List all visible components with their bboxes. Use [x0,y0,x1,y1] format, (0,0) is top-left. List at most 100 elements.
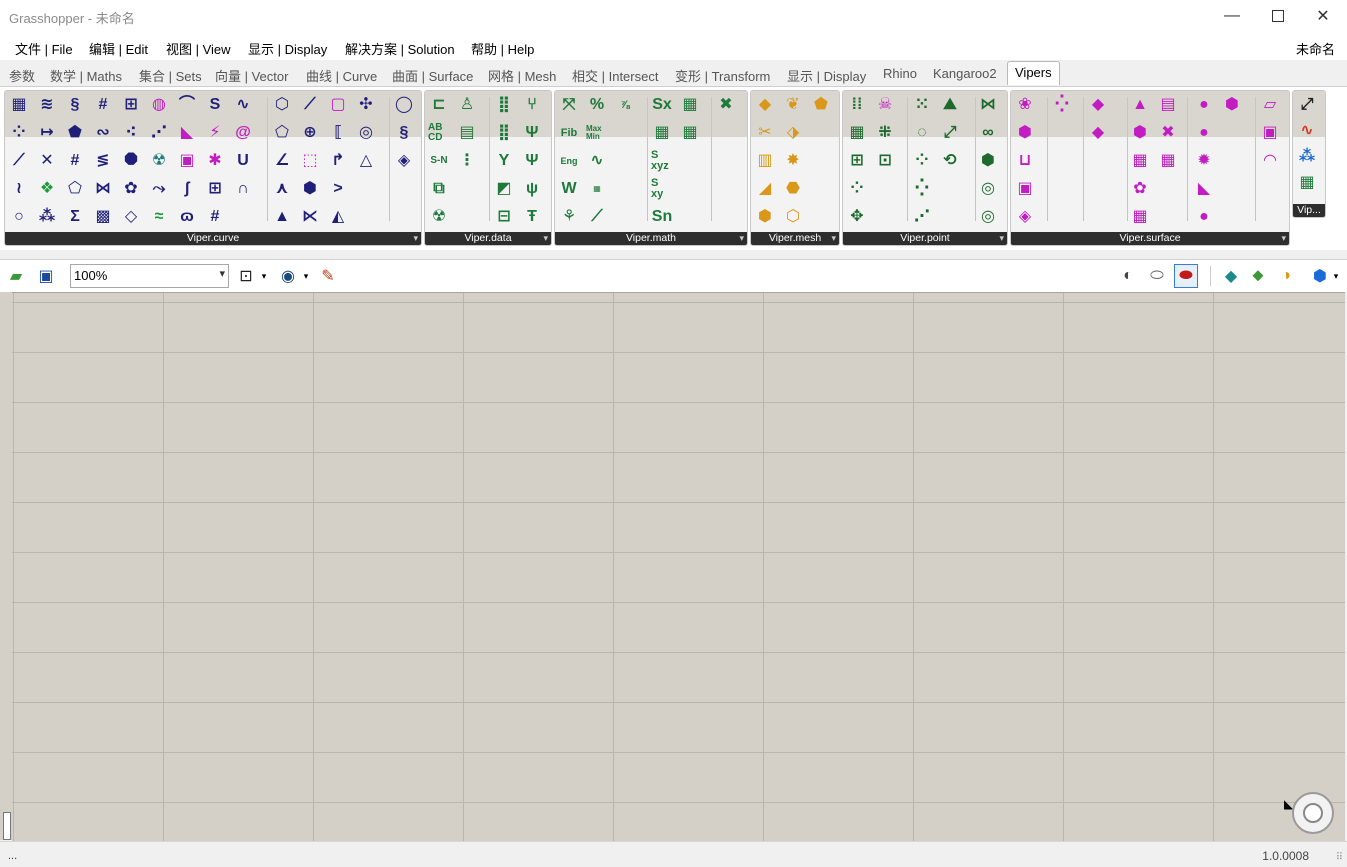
point-hill-icon[interactable]: ⛰ [939,94,961,116]
data-radiation-icon[interactable]: ☢ [428,206,450,228]
preview-button[interactable]: ◉ [276,264,300,288]
surface-tiles-icon[interactable]: ▦ [1129,150,1151,172]
mesh-panel-icon[interactable]: ◆ [754,94,776,116]
math-cross-icon[interactable]: ✖ [715,94,737,116]
data-matrix-icon[interactable]: ⣿ [493,94,515,116]
expand-icon[interactable]: ▾ [831,232,836,245]
bake-button[interactable]: ◆ [1219,264,1243,288]
curve-vertex-icon[interactable]: ⋏ [271,178,293,200]
menu-edit[interactable]: 编辑 | Edit [89,39,148,58]
point-cube-icon[interactable]: ⬢ [977,150,999,172]
point-frame-icon[interactable]: ⊡ [874,150,896,172]
math-maxmin-icon[interactable]: Max Min [586,122,608,144]
mesh-fold-icon[interactable]: ⬗ [782,122,804,144]
curve-arc-icon[interactable]: ⌒ [176,94,198,116]
tab-transform[interactable]: 变形 | Transform [675,66,770,85]
curve-ring-dots-icon[interactable]: ⁂ [36,206,58,228]
mesh-shell-icon[interactable]: ❦ [782,94,804,116]
curve-pentagon-icon[interactable]: ⬟ [64,122,86,144]
vip-blocks-icon[interactable]: ▦ [1296,172,1318,194]
math-tree-icon[interactable]: ⚘ [558,206,580,228]
curve-grid-icon[interactable]: ▦ [8,94,30,116]
curve-rings-icon[interactable]: ⊕ [299,122,321,144]
surface-dome-icon[interactable]: ◠ [1259,150,1281,172]
curve-path-icon[interactable]: ↱ [327,150,349,172]
curve-hatch-icon[interactable]: # [92,94,114,116]
math-eng-icon[interactable]: Eng [558,150,580,172]
curve-u-icon[interactable]: U [232,150,254,172]
curve-stream-icon[interactable]: ≈ [148,206,170,228]
curve-net-icon[interactable]: # [204,206,226,228]
data-fork-icon[interactable]: Y [493,150,515,172]
tab-sets[interactable]: 集合 | Sets [139,66,202,85]
vip-dots-icon[interactable]: ⁂ [1296,146,1318,168]
point-wave-icon[interactable]: ⋈ [977,94,999,116]
canvas-navigator[interactable] [1292,792,1334,834]
curve-dashed-box-icon[interactable]: ⬚ [299,150,321,172]
curve-bug-icon[interactable]: ✱ [204,150,226,172]
grasshopper-canvas[interactable] [12,292,1345,841]
panel-label[interactable]: Viper.point ▾ [843,232,1007,245]
curve-fan-icon[interactable]: ⋰ [148,122,170,144]
data-branch-icon[interactable]: ⑂ [521,94,543,116]
data-people-icon[interactable]: ♙ [456,94,478,116]
curve-square-grid-icon[interactable]: ▣ [176,150,198,172]
data-tree-icon[interactable]: ⊏ [428,94,450,116]
panel-label[interactable]: Viper.curve ▾ [5,232,421,245]
tab-mesh[interactable]: 网格 | Mesh [488,66,556,85]
curve-double-hex-icon[interactable]: ⬢ [299,178,321,200]
curve-radiation-icon[interactable]: ☢ [148,150,170,172]
point-spray-icon[interactable]: ⁛ [911,178,933,200]
vip-arrows-icon[interactable]: ⤢ [1296,94,1318,116]
data-stack-icon[interactable]: ⧉ [428,178,450,200]
data-sn-icon[interactable]: S-N [428,150,450,172]
tab-maths[interactable]: 数学 | Maths [50,66,122,85]
data-chart-icon[interactable]: ▤ [456,122,478,144]
surface-sphere3-icon[interactable]: ● [1193,206,1215,228]
preview-wireframe-button[interactable]: ◐ [1116,264,1140,288]
curve-wave-icon[interactable]: ≋ [36,94,58,116]
surface-gem-icon[interactable]: ◈ [1014,206,1036,228]
cluster-button[interactable]: ⬥ [1246,264,1270,288]
curve-angle-icon[interactable]: ∠ [271,150,293,172]
panel-label[interactable]: Viper.surface ▾ [1011,232,1289,245]
point-swarm-icon[interactable]: ⁙ [911,94,933,116]
data-tree2-icon[interactable]: ψ [521,178,543,200]
expand-icon[interactable]: ▾ [413,232,418,245]
data-split-icon[interactable]: Ψ [521,150,543,172]
mesh-rock-icon[interactable]: ⬣ [782,178,804,200]
surface-hex-icon[interactable]: ⬢ [1014,122,1036,144]
point-tri-icon[interactable]: ⋰ [911,206,933,228]
zoom-extents-button[interactable]: ⊡ [234,264,258,288]
data-abcd-icon[interactable]: AB CD [428,122,450,144]
curve-concentric-icon[interactable]: ◎ [355,122,377,144]
tab-surface[interactable]: 曲面 | Surface [392,66,473,85]
surface-polyhedron-icon[interactable]: ⬢ [1221,94,1243,116]
resize-grip-icon[interactable]: ⠿ [1336,852,1343,863]
curve-hook-icon[interactable]: ʃ [176,178,198,200]
surface-crystal-icon[interactable]: ◣ [1193,178,1215,200]
zoom-select[interactable]: 100% ▾ [70,264,229,288]
menu-file[interactable]: 文件 | File [15,39,73,58]
mesh-cube-icon[interactable]: ⬡ [782,206,804,228]
math-sxyz-icon[interactable]: S xyz [651,150,673,172]
curve-twist-icon[interactable]: ◣ [176,122,198,144]
canvas-scroll-handle[interactable] [3,812,11,840]
curve-polyline-icon[interactable]: ⟋ [8,150,30,172]
curve-spiral-icon[interactable]: § [64,94,86,116]
surface-sphere-icon[interactable]: ● [1193,94,1215,116]
data-branch2-icon[interactable]: Ψ [521,122,543,144]
tab-params[interactable]: 参数 [9,66,35,85]
point-scatter-icon[interactable]: ⁘ [846,178,868,200]
math-fraction-icon[interactable]: ⅞ [614,94,636,116]
curve-triangle-icon[interactable]: ▲ [271,206,293,228]
curve-mesh-icon[interactable]: ⊞ [204,178,226,200]
math-sn-icon[interactable]: Sn [651,206,673,228]
math-graph-icon[interactable]: ⟋ [586,206,608,228]
surface-quad-icon[interactable]: ▦ [1129,206,1151,228]
curve-lattice-icon[interactable]: # [64,150,86,172]
material-button[interactable]: ◑ [1274,264,1298,288]
menu-view[interactable]: 视图 | View [166,39,231,58]
curve-segment-icon[interactable]: ⟋ [299,94,321,116]
surface-dotted-icon[interactable]: ⁛ [1051,94,1073,116]
